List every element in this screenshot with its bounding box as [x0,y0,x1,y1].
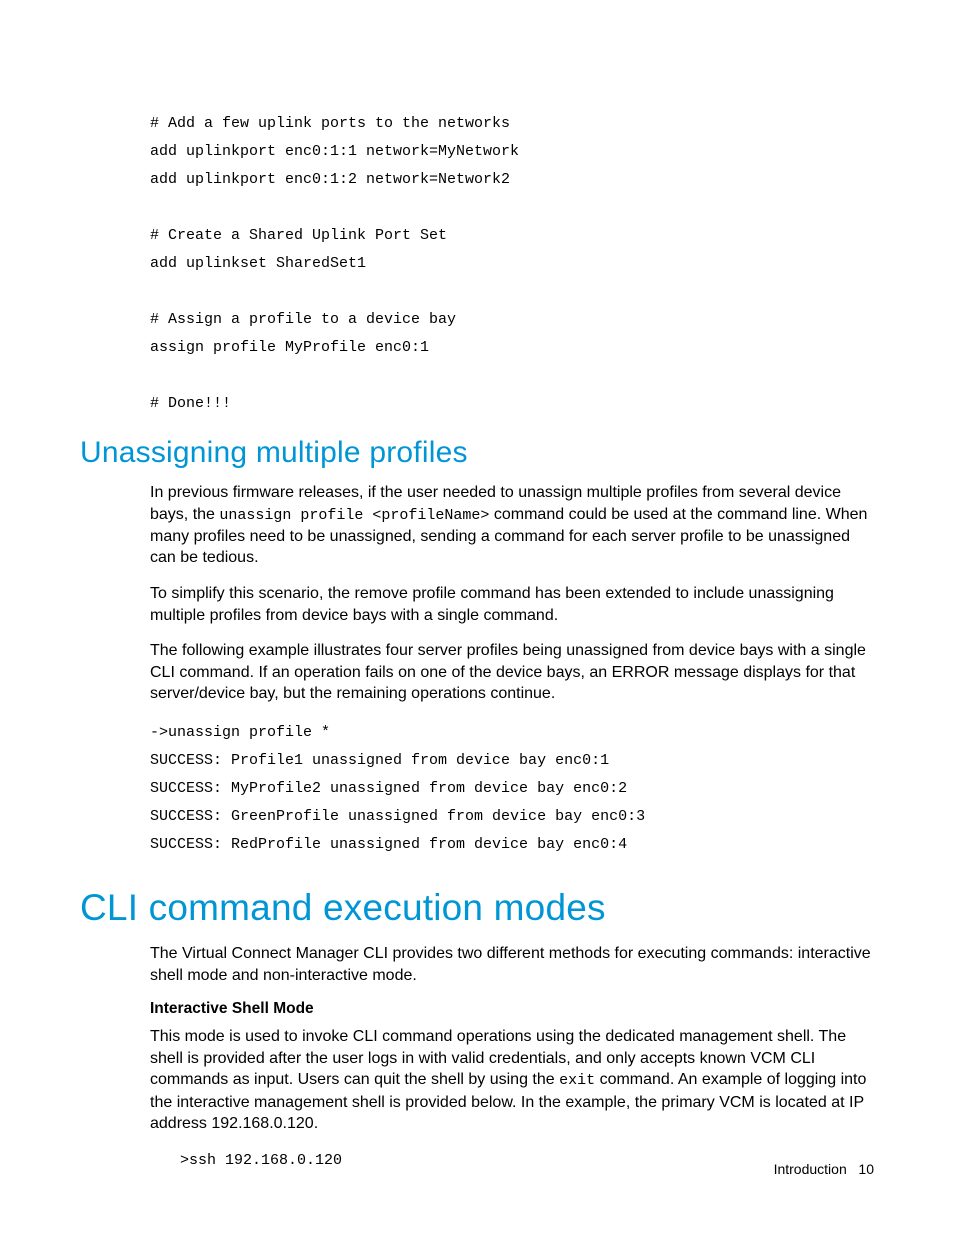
code-block-unassign-output: ->unassign profile * SUCCESS: Profile1 u… [150,719,874,859]
footer-page-number: 10 [858,1161,874,1177]
heading-unassigning-multiple-profiles: Unassigning multiple profiles [80,436,874,470]
paragraph-vcm-methods: The Virtual Connect Manager CLI provides… [150,943,874,986]
inline-code-exit: exit [559,1072,595,1089]
code-block-ssh: >ssh 192.168.0.120 [180,1149,874,1173]
heading-cli-command-execution-modes: CLI command execution modes [80,887,874,929]
paragraph-simplify: To simplify this scenario, the remove pr… [150,583,874,626]
code-block-top: # Add a few uplink ports to the networks… [150,110,874,418]
paragraph-example-intro: The following example illustrates four s… [150,640,874,705]
inline-code-unassign-profile: unassign profile <profileName> [219,507,489,524]
footer-section-label: Introduction [774,1161,847,1177]
paragraph-prev-firmware: In previous firmware releases, if the us… [150,482,874,569]
subheading-interactive-shell-mode: Interactive Shell Mode [150,1000,874,1018]
page-footer: Introduction 10 [774,1161,874,1177]
paragraph-interactive-mode-desc: This mode is used to invoke CLI command … [150,1026,874,1135]
